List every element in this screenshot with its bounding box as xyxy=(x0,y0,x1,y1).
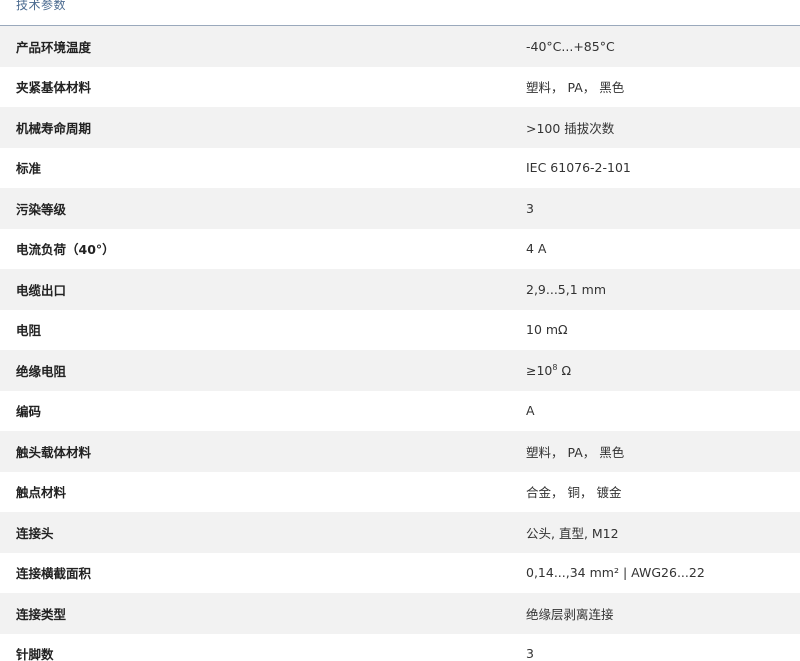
spec-label: 连接横截面积 xyxy=(16,566,92,582)
spec-value: IEC 61076-2-101 xyxy=(526,160,631,176)
spec-label: 电阻 xyxy=(16,323,42,339)
spec-value: 绝缘层剥离连接 xyxy=(526,606,614,622)
table-row: 连接类型 绝缘层剥离连接 xyxy=(0,593,800,634)
table-row: 触头载体材料 塑料， PA， 黑色 xyxy=(0,431,800,472)
spec-value: 公头, 直型, M12 xyxy=(526,525,619,541)
table-row: 污染等级 3 xyxy=(0,188,800,229)
spec-value: ≥108 Ω xyxy=(526,350,800,391)
spec-label: 连接类型 xyxy=(16,606,67,622)
spec-label: 污染等级 xyxy=(16,201,67,217)
table-row: 编码 A xyxy=(0,390,800,431)
table-row: 机械寿命周期 >100 插拔次数 xyxy=(0,107,800,148)
table-row: 绝缘电阻 ≥108 Ω xyxy=(0,350,800,391)
spec-label: 机械寿命周期 xyxy=(16,120,92,136)
table-row: 电缆出口 2,9...5,1 mm xyxy=(0,269,800,310)
spec-label: 触点材料 xyxy=(16,485,67,501)
spec-label: 电缆出口 xyxy=(16,282,67,298)
spec-value: 塑料， PA， 黑色 xyxy=(526,444,625,460)
spec-table: 产品环境温度 -40°C...+85°C 夹紧基体材料 塑料， PA， 黑色 机… xyxy=(0,26,800,661)
table-row: 电阻 10 mΩ xyxy=(0,309,800,350)
spec-label: 编码 xyxy=(16,404,42,420)
spec-value: 4 A xyxy=(526,241,547,257)
spec-label: 触头载体材料 xyxy=(16,444,92,460)
spec-label: 针脚数 xyxy=(16,647,54,661)
table-row: 夹紧基体材料 塑料， PA， 黑色 xyxy=(0,66,800,107)
spec-value: 2,9...5,1 mm xyxy=(526,281,607,297)
spec-value: 3 xyxy=(526,646,534,661)
table-row: 标准 IEC 61076-2-101 xyxy=(0,147,800,188)
spec-label: 夹紧基体材料 xyxy=(16,80,92,96)
spec-value: 10 mΩ xyxy=(526,322,568,338)
section-title: 技术参数 xyxy=(16,0,67,12)
spec-value: 合金， 铜， 镀金 xyxy=(526,485,622,501)
table-row: 产品环境温度 -40°C...+85°C xyxy=(0,26,800,67)
spec-label: 绝缘电阻 xyxy=(16,363,67,379)
table-row: 触点材料 合金， 铜， 镀金 xyxy=(0,471,800,512)
tech-spec-page: 技术参数 产品环境温度 -40°C...+85°C 夹紧基体材料 塑料， PA，… xyxy=(0,0,800,661)
spec-value: 塑料， PA， 黑色 xyxy=(526,80,625,96)
spec-value: 3 xyxy=(526,200,534,216)
table-row: 连接头 公头, 直型, M12 xyxy=(0,512,800,553)
spec-value: A xyxy=(526,403,535,419)
section-header: 技术参数 xyxy=(0,0,800,26)
spec-label: 标准 xyxy=(16,161,42,177)
table-row: 电流负荷（40°） 4 A xyxy=(0,228,800,269)
table-row: 连接横截面积 0,14...,34 mm² | AWG26...22 xyxy=(0,552,800,593)
spec-value: >100 插拔次数 xyxy=(526,120,615,136)
table-row: 针脚数 3 xyxy=(0,633,800,661)
spec-label: 产品环境温度 xyxy=(16,39,92,55)
spec-value: 0,14...,34 mm² | AWG26...22 xyxy=(526,565,705,581)
spec-label: 电流负荷（40°） xyxy=(16,242,115,258)
value-prefix: ≥10 xyxy=(526,362,553,378)
spec-label: 连接头 xyxy=(16,525,54,541)
spec-value: -40°C...+85°C xyxy=(526,38,615,54)
value-unit: Ω xyxy=(557,362,572,378)
